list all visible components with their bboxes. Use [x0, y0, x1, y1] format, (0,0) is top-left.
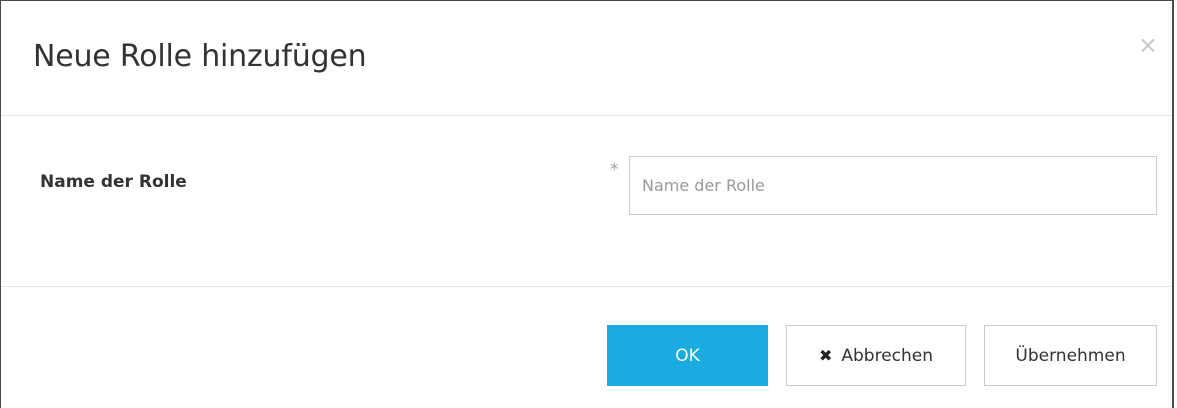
ok-button[interactable]: OK	[607, 325, 768, 386]
dialog-body: Name der Rolle *	[1, 116, 1172, 287]
dialog-title: Neue Rolle hinzufügen	[33, 39, 367, 74]
apply-button-label: Übernehmen	[1015, 345, 1126, 366]
role-name-label: Name der Rolle	[40, 172, 187, 192]
dialog-footer: OK ✖ Abbrechen Übernehmen	[1, 287, 1172, 408]
cancel-button[interactable]: ✖ Abbrechen	[786, 325, 966, 386]
close-icon: ✖	[818, 346, 833, 365]
close-icon[interactable]: ×	[1138, 33, 1158, 57]
ok-button-label: OK	[675, 345, 700, 366]
apply-button[interactable]: Übernehmen	[984, 325, 1157, 386]
dialog-header: Neue Rolle hinzufügen ×	[1, 1, 1172, 116]
required-marker: *	[610, 160, 619, 180]
add-role-dialog: Neue Rolle hinzufügen × Name der Rolle *…	[0, 0, 1174, 408]
role-name-input[interactable]	[629, 156, 1157, 215]
cancel-button-label: Abbrechen	[841, 345, 934, 366]
